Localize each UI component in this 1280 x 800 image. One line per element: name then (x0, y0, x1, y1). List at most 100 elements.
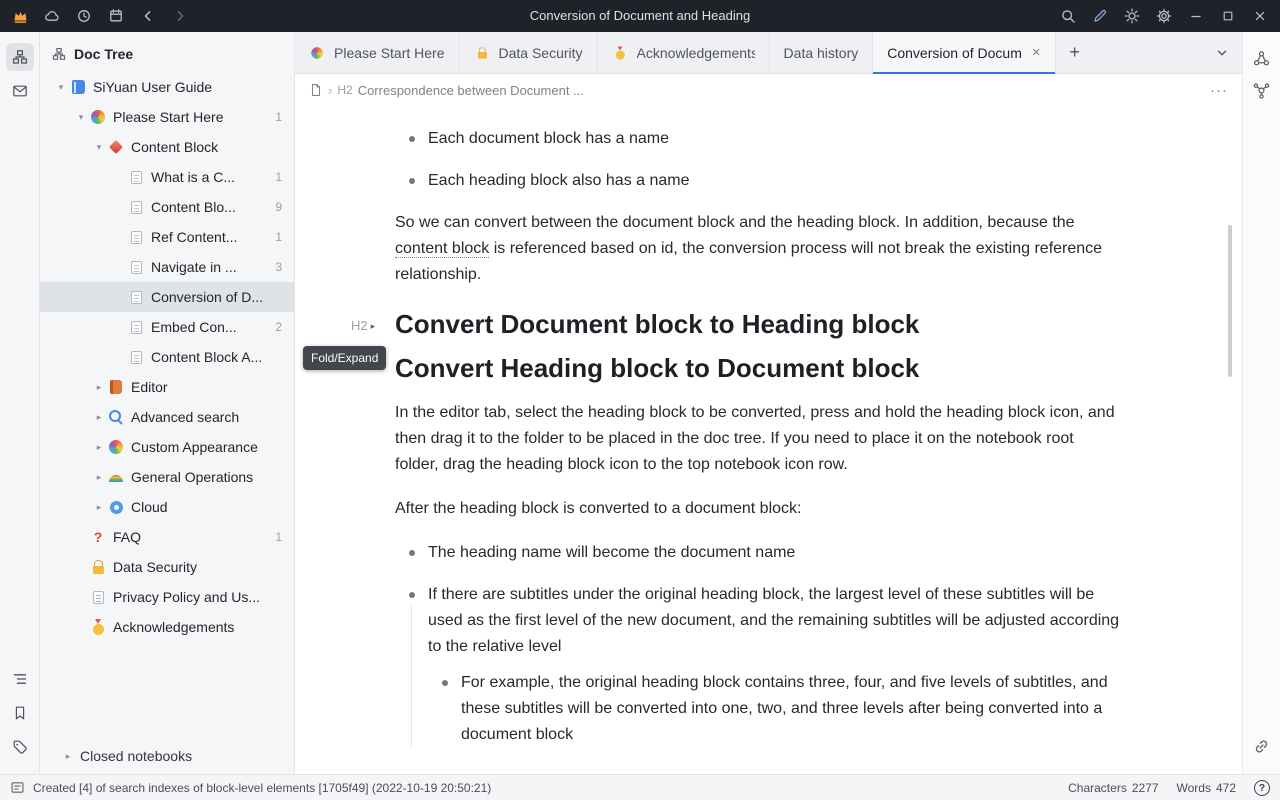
chevron-down-icon[interactable]: ▾ (72, 112, 90, 123)
chevron-right-icon[interactable]: ▸ (90, 412, 108, 423)
close-tab-icon[interactable]: × (1032, 45, 1041, 60)
tab-data-history[interactable]: Data history (770, 32, 874, 73)
doctree-item-label: Custom Appearance (131, 439, 276, 455)
breadcrumb-heading-text[interactable]: Correspondence between Document ... (358, 83, 584, 98)
new-tab-button[interactable]: + (1056, 32, 1094, 73)
doc-what-is-a-content-block[interactable]: What is a C... 1 (40, 162, 294, 192)
file-tree-icon[interactable] (6, 43, 34, 71)
document-icon (128, 229, 144, 245)
vertical-scrollbar[interactable] (1228, 225, 1232, 377)
heading-gutter[interactable]: H2 ▸ (351, 313, 375, 339)
data-history-icon[interactable] (68, 0, 100, 32)
doctree-item-label: General Operations (131, 469, 276, 485)
doctree-item-count: 1 (269, 110, 294, 124)
doc-navigate-in-content-blocks[interactable]: Navigate in ... 3 (40, 252, 294, 282)
list-item-text[interactable]: The heading name will become the documen… (428, 540, 1120, 566)
paragraph[interactable]: In the editor tab, select the heading bl… (395, 400, 1120, 478)
more-options-icon[interactable]: ··· (1210, 82, 1228, 99)
doc-content-block[interactable]: ▾ Content Block (40, 132, 294, 162)
backlinks-icon[interactable] (1248, 732, 1276, 760)
tab-please-start-here[interactable]: Please Start Here (295, 32, 460, 73)
doc-please-start-here[interactable]: ▾ Please Start Here 1 (40, 102, 294, 132)
paragraph[interactable]: So we can convert between the document b… (395, 210, 1120, 288)
graph-icon[interactable] (1248, 44, 1276, 72)
doc-conversion-of-document[interactable]: Conversion of D... (40, 282, 294, 312)
logo-crown-icon[interactable] (4, 0, 36, 32)
chevron-right-icon[interactable]: ▸ (90, 442, 108, 453)
doctree-item-label: What is a C... (151, 169, 269, 185)
global-graph-icon[interactable] (1248, 76, 1276, 104)
list-item[interactable]: Each heading block also has a name (395, 168, 1120, 194)
doc-content-block-attributes[interactable]: Content Block A... (40, 342, 294, 372)
lock-icon (475, 46, 488, 59)
chevron-right-icon[interactable]: ▸ (90, 502, 108, 513)
doc-custom-appearance[interactable]: ▸ Custom Appearance (40, 432, 294, 462)
doc-faq[interactable]: FAQ 1 (40, 522, 294, 552)
bookmark-icon[interactable] (6, 699, 34, 727)
maximize-icon[interactable] (1212, 0, 1244, 32)
log-icon[interactable] (10, 780, 25, 795)
doc-privacy-policy[interactable]: Privacy Policy and Us... (40, 582, 294, 612)
closed-notebooks[interactable]: ▸ Closed notebooks (40, 738, 294, 774)
tab-conversion-of-document[interactable]: Conversion of Docum × (873, 32, 1055, 73)
journal-icon (108, 379, 124, 395)
list-item-body[interactable]: If there are subtitles under the origina… (428, 582, 1120, 748)
doc-embed-content-block[interactable]: Embed Con... 2 (40, 312, 294, 342)
heading-block[interactable]: H2 ▸ Fold/Expand Convert Document block … (395, 306, 1132, 342)
nested-list-item[interactable]: For example, the original heading block … (428, 670, 1120, 748)
chevron-right-icon[interactable]: ▸ (62, 751, 74, 762)
doc-editor[interactable]: ▸ Editor (40, 372, 294, 402)
doc-advanced-search[interactable]: ▸ Advanced search (40, 402, 294, 432)
doc-acknowledgements[interactable]: Acknowledgements (40, 612, 294, 642)
list-item-text[interactable]: Each heading block also has a name (428, 168, 1120, 194)
go-forward-icon[interactable] (164, 0, 196, 32)
fold-expand-icon[interactable]: ▸ (371, 313, 376, 339)
bullet-icon (409, 550, 415, 556)
doc-general-operations[interactable]: ▸ General Operations (40, 462, 294, 492)
daily-note-icon[interactable] (100, 0, 132, 32)
doc-cloud[interactable]: ▸ Cloud (40, 492, 294, 522)
close-icon[interactable] (1244, 0, 1276, 32)
theme-sun-icon[interactable] (1116, 0, 1148, 32)
list-item[interactable]: Each document block has a name (395, 126, 1120, 152)
chevron-down-icon[interactable]: ▾ (52, 82, 70, 93)
minimize-icon[interactable] (1180, 0, 1212, 32)
list-item-text[interactable]: Each document block has a name (428, 126, 1120, 152)
tab-label: Data history (784, 45, 859, 61)
editor[interactable]: Each document block has a name Each head… (295, 106, 1242, 774)
edit-pencil-icon[interactable] (1084, 0, 1116, 32)
help-icon[interactable]: ? (1254, 780, 1270, 796)
bullet-icon (409, 592, 415, 598)
tab-acknowledgements[interactable]: Acknowledgements (598, 32, 770, 73)
settings-gear-icon[interactable] (1148, 0, 1180, 32)
doctree-item-label: Navigate in ... (151, 259, 269, 275)
list-item-text[interactable]: If there are subtitles under the origina… (428, 582, 1120, 660)
paragraph[interactable]: After the heading block is converted to … (395, 496, 1120, 522)
lock-icon (90, 559, 106, 575)
tab-list-menu-icon[interactable] (1202, 32, 1242, 73)
outline-icon[interactable] (6, 665, 34, 693)
doc-content-block-types[interactable]: Content Blo... 9 (40, 192, 294, 222)
block-ref-link[interactable]: content block (395, 240, 489, 258)
doc-ref-content-block[interactable]: Ref Content... 1 (40, 222, 294, 252)
notebook-siyuan-user-guide[interactable]: ▾ SiYuan User Guide (40, 72, 294, 102)
closed-notebooks-label: Closed notebooks (80, 748, 192, 764)
bullet-column (395, 582, 428, 748)
go-back-icon[interactable] (132, 0, 164, 32)
heading-text[interactable]: Convert Document block to Heading block (395, 306, 1132, 342)
doctree-item-label: Acknowledgements (113, 619, 276, 635)
list-item[interactable]: The heading name will become the documen… (395, 540, 1120, 566)
inbox-icon[interactable] (6, 77, 34, 105)
chevron-down-icon[interactable]: ▾ (90, 142, 108, 153)
tag-icon[interactable] (6, 733, 34, 761)
chevron-right-icon[interactable]: ▸ (90, 382, 108, 393)
list-item-text[interactable]: For example, the original heading block … (461, 670, 1120, 748)
chevron-right-icon[interactable]: ▸ (90, 472, 108, 483)
list-item[interactable]: If there are subtitles under the origina… (395, 582, 1120, 748)
heading-text[interactable]: Convert Heading block to Document block (395, 350, 1132, 386)
cloud-sync-icon[interactable] (36, 0, 68, 32)
doc-data-security[interactable]: Data Security (40, 552, 294, 582)
document-icon[interactable] (309, 83, 323, 97)
tab-data-security[interactable]: Data Security (460, 32, 598, 73)
search-icon[interactable] (1052, 0, 1084, 32)
